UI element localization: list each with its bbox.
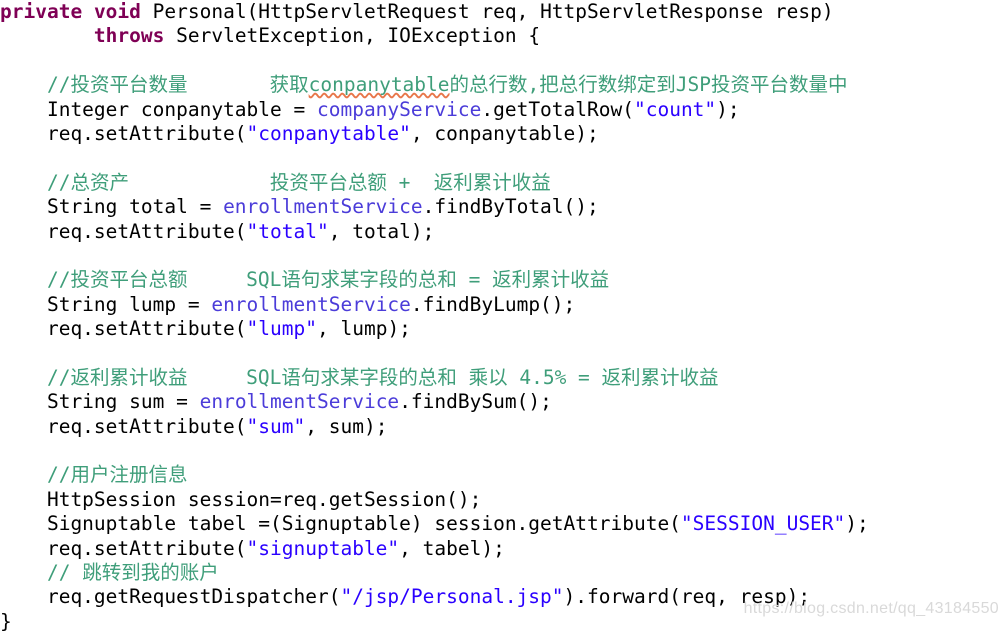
code-token-cmt: //总资产 投资平台总额 + 返利累计收益 [46,170,551,194]
code-line: req.setAttribute("lump", lump); [0,317,1003,341]
code-token-plain: .findByLump(); [410,292,576,316]
code-token-str: "sum" [246,414,306,438]
code-token-plain: Signuptable tabel =(Signuptable) session… [0,512,681,536]
code-line: req.setAttribute("signuptable", tabel); [0,537,1003,561]
code-token-cmt: // 跳转到我的账户 [46,560,219,584]
code-line: //投资平台总额 SQL语句求某字段的总和 = 返利累计收益 [0,268,1003,292]
code-line: String lump = enrollmentService.findByLu… [0,293,1003,317]
code-token-plain: , lump); [317,317,411,341]
code-token-cmt: //投资平台总额 SQL语句求某字段的总和 = 返利累计收益 [46,268,610,292]
code-token-plain: req.setAttribute( [0,536,247,560]
code-token-str: "total" [246,219,329,243]
code-token-cmt: //返利累计收益 SQL语句求某字段的总和 乘以 4.5% = 返利累计收益 [46,365,719,389]
code-line: throws ServletException, IOException { [0,24,1003,48]
code-token-plain: String total = [0,195,224,219]
code-token-plain: ); [716,97,740,121]
code-token-plain: HttpSession session=req.getSession(); [0,487,482,511]
code-token-fld: companyService [316,97,482,121]
code-line: private void Personal(HttpServletRequest… [0,0,1003,24]
code-line: } [0,610,1003,634]
code-token-fld: enrollmentService [199,390,400,414]
code-token-plain: Integer conpanytable = [0,97,317,121]
code-token-plain: req.setAttribute( [0,317,247,341]
code-line: //返利累计收益 SQL语句求某字段的总和 乘以 4.5% = 返利累计收益 [0,366,1003,390]
code-token-str: "conpanytable" [246,121,411,145]
code-token-plain: , sum); [305,414,388,438]
code-token-plain: .findByTotal(); [422,195,599,219]
code-line: req.setAttribute("conpanytable", conpany… [0,122,1003,146]
code-token-plain: req.setAttribute( [0,219,247,243]
code-token-plain: , tabel); [399,536,505,560]
code-token-cmt: //投资平台数量 获取 [46,73,309,97]
code-token-plain: req.setAttribute( [0,121,247,145]
code-token-plain: ).forward(req, resp); [563,585,811,609]
code-line: Integer conpanytable = companyService.ge… [0,98,1003,122]
code-line: req.setAttribute("sum", sum); [0,415,1003,439]
code-token-str: "signuptable" [246,536,400,560]
code-token-plain: String sum = [0,390,200,414]
code-line: //总资产 投资平台总额 + 返利累计收益 [0,171,1003,195]
code-token-str: "/jsp/Personal.jsp" [340,585,564,609]
code-token-cmt: //用户注册信息 [46,463,188,487]
code-token-plain: req.getRequestDispatcher( [0,585,341,609]
code-token-plain: Personal(HttpServletRequest req, HttpSer… [140,0,834,23]
code-token-plain: .findBySum(); [399,390,552,414]
code-line: String sum = enrollmentService.findBySum… [0,390,1003,414]
code-line: HttpSession session=req.getSession(); [0,488,1003,512]
code-token-cmt: conpanytable [308,73,450,97]
code-token-plain: ); [845,512,869,536]
code-token-plain: req.setAttribute( [0,414,247,438]
code-token-plain: , total); [328,219,435,243]
code-line: req.setAttribute("total", total); [0,220,1003,244]
code-token-str: "SESSION_USER" [680,512,846,536]
code-token-kw: private [0,0,83,23]
code-token-plain: ServletException, IOException { [164,24,541,48]
code-line: // 跳转到我的账户 [0,561,1003,585]
code-token-str: "count" [633,97,717,121]
code-line: String total = enrollmentService.findByT… [0,195,1003,219]
code-token-cmt: 的总行数,把总行数绑定到JSP投资平台数量中 [449,73,848,97]
code-token-kw: void [93,0,141,23]
code-line: //用户注册信息 [0,463,1003,487]
code-line: //投资平台数量 获取conpanytable的总行数,把总行数绑定到JSP投资… [0,73,1003,97]
code-editor[interactable]: private void Personal(HttpServletRequest… [0,0,1003,633]
code-token-kw: throws [93,24,165,48]
code-token-plain: , conpanytable); [410,121,599,145]
code-token-plain: String lump = [0,292,212,316]
code-line: Signuptable tabel =(Signuptable) session… [0,512,1003,536]
code-token-str: "lump" [246,317,317,341]
code-token-plain: .getTotalRow( [481,97,634,121]
code-token-plain: } [0,609,12,633]
code-text-area[interactable]: private void Personal(HttpServletRequest… [0,0,1003,634]
code-line: req.getRequestDispatcher("/jsp/Personal.… [0,585,1003,609]
code-token-fld: enrollmentService [211,292,411,316]
code-token-fld: enrollmentService [223,195,423,219]
